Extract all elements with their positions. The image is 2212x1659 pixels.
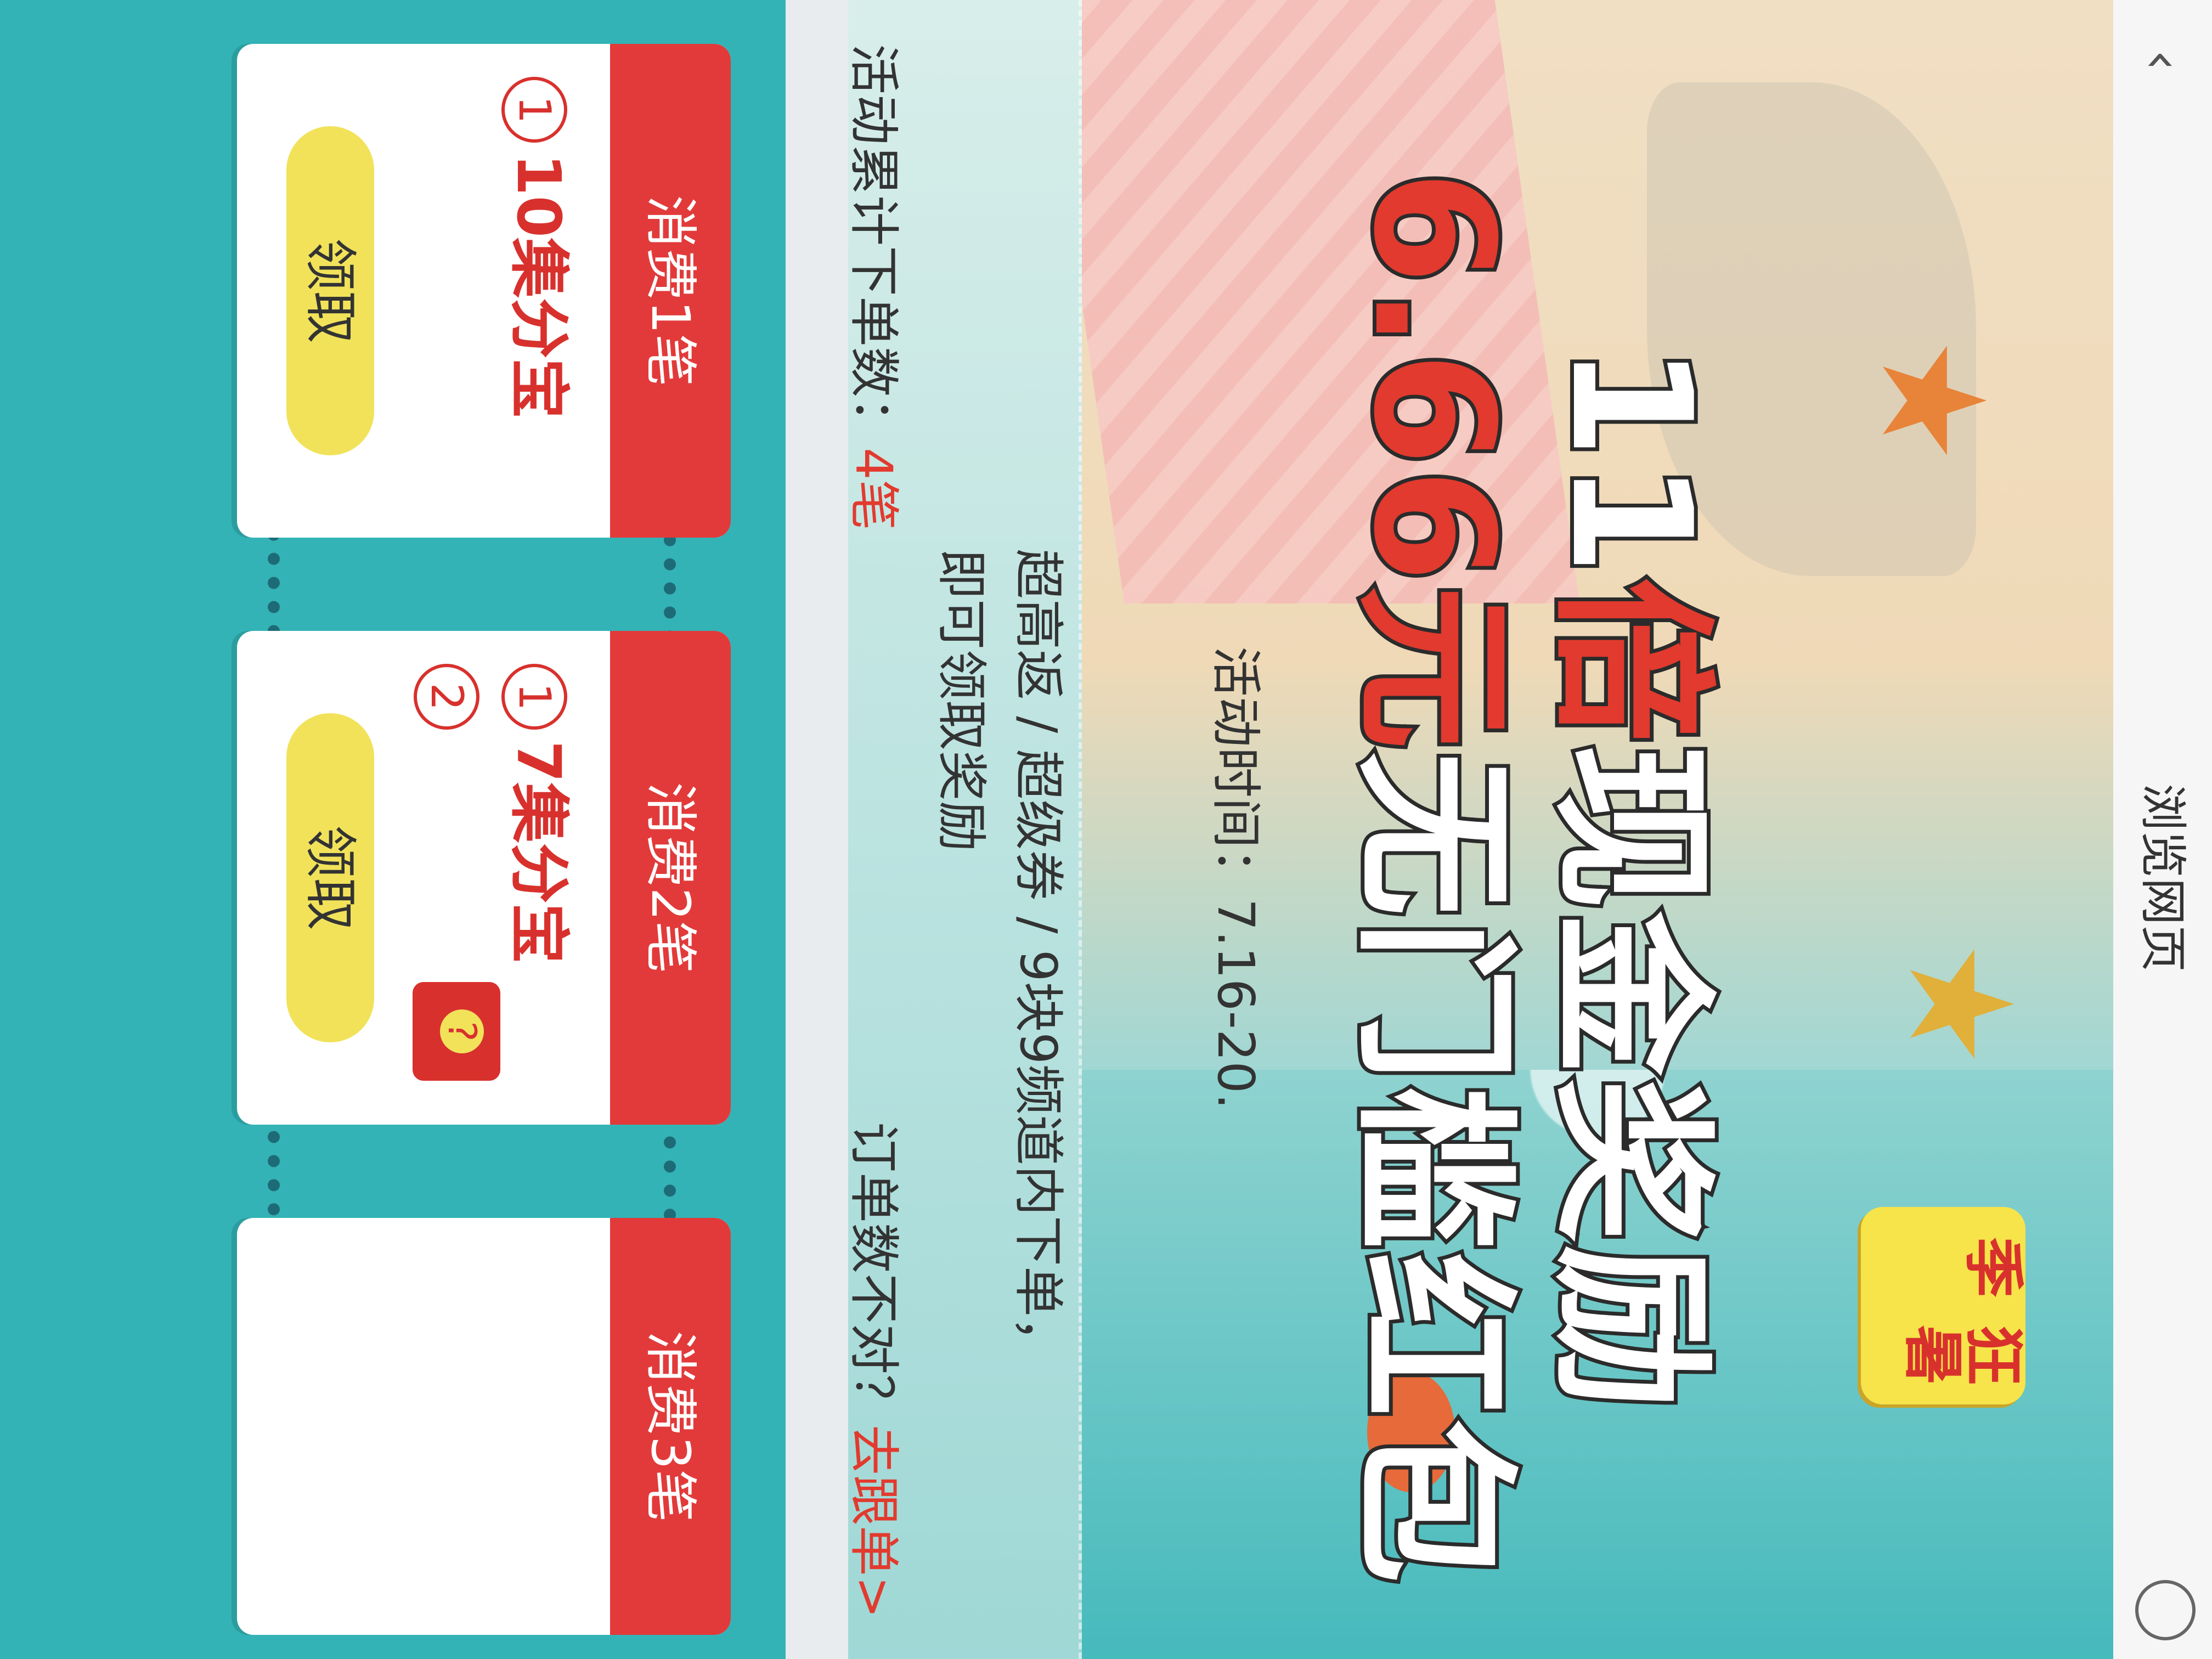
mystery-gift-icon	[413, 982, 500, 1081]
season-badge-text: 狂暑季	[1905, 1227, 2025, 1385]
reward-card-1: 消费1笔 1 10集分宝 领取	[237, 44, 731, 538]
headline-line2-highlight: 6.66	[1334, 166, 1533, 589]
reward-card-2: 消费2笔 1 7集分宝 2 领取	[237, 631, 731, 1125]
headline-line1-highlight: 倍	[1531, 574, 1730, 748]
track-order-link[interactable]: 去跟单>	[844, 1425, 903, 1618]
browser-topbar: ‹ 浏览网页	[2112, 0, 2212, 1659]
reward-item-text: 10集分宝	[504, 154, 574, 419]
reward-item-text: 7集分宝	[504, 741, 574, 964]
promo-headline: 11倍现金奖励 6.66元无门槛红包	[1334, 137, 1730, 1618]
more-circle-icon[interactable]	[2135, 1580, 2196, 1640]
order-count-row: 活动累计下单数：4笔	[840, 44, 906, 812]
phone-screen: ‹ 浏览网页 ★ ★ 狂暑季 11倍现金奖励 6.66元无门槛红包 活动时间：7…	[0, 0, 2212, 1659]
info-line-1: 超高返 / 超级券 / 9块9频道内下单，	[1009, 549, 1068, 1368]
order-wrong-label: 订单数不对？	[844, 1121, 903, 1425]
order-count-label: 活动累计下单数：	[844, 44, 903, 448]
starfish-icon: ★	[1849, 336, 2015, 465]
reward-number-badge: 1	[501, 77, 568, 143]
headline-line-2: 6.66元无门槛红包	[1334, 137, 1533, 1618]
page-title: 浏览网页	[2135, 783, 2190, 972]
reward-card-item: 1 10集分宝	[500, 77, 577, 505]
activity-time: 活动时间：7.16-20.	[1206, 646, 1265, 1110]
reward-number-badge-2: 2	[414, 664, 480, 730]
starfish-icon: ★	[1877, 940, 2042, 1068]
reward-card-head: 消费3笔	[610, 1218, 731, 1635]
reward-card-item: 1 7集分宝	[500, 664, 577, 1092]
rotated-phone-screen: ‹ 浏览网页 ★ ★ 狂暑季 11倍现金奖励 6.66元无门槛红包 活动时间：7…	[0, 0, 2212, 1659]
headline-line-1: 11倍现金奖励	[1531, 137, 1730, 1618]
promo-banner: ★ ★ 狂暑季 11倍现金奖励 6.66元无门槛红包 活动时间：7.16-20.	[1082, 0, 2113, 1659]
order-count-value: 4笔	[844, 448, 903, 531]
headline-line1-suffix: 现金奖励	[1531, 741, 1730, 1415]
reward-card-head: 消费2笔	[610, 631, 731, 1125]
headline-line1-prefix: 11	[1531, 340, 1730, 581]
reward-number-badge: 1	[501, 664, 568, 730]
reward-card-3: 消费3笔	[237, 1218, 731, 1635]
claim-button[interactable]: 领取	[286, 713, 374, 1042]
reward-card-head: 消费1笔	[610, 44, 731, 538]
claim-button[interactable]: 领取	[286, 126, 374, 455]
season-badge: 狂暑季	[1861, 1207, 2025, 1404]
headline-line2-mid: 元	[1334, 581, 1533, 755]
back-arrow-icon[interactable]: ‹	[2132, 33, 2193, 88]
order-wrong-row: 订单数不对？去跟单>	[840, 988, 906, 1618]
headline-line2-suffix: 无门槛红包	[1334, 748, 1533, 1589]
info-line-2: 即可领取奖励	[932, 549, 991, 852]
